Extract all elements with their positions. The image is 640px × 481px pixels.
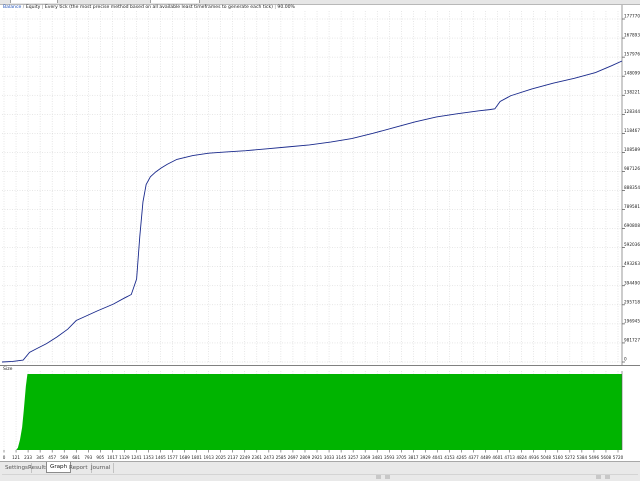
x-tick-label: 2361 [252,455,263,460]
status-marker-3 [596,475,601,479]
x-tick-label: 5496 [589,455,600,460]
y-tick-label: 10858995 [624,147,640,152]
quality-label: 90.00% [277,5,295,10]
y-tick-label: 14809903 [624,71,640,76]
x-tick-label: 3929 [420,455,431,460]
y-tick-label: 15797629 [624,52,640,57]
x-tick-label: 121 [12,455,20,460]
x-tick-label: 457 [48,455,56,460]
x-tick-label: 4713 [504,455,515,460]
x-tick-label: 2921 [312,455,323,460]
volume-area [2,374,622,456]
x-tick-label: 5608 [601,455,612,460]
x-tick-label: 5048 [541,455,552,460]
y-tick-label: 4932634 [624,261,640,266]
x-tick-label: 4377 [468,455,479,460]
x-tick-label: 3369 [360,455,371,460]
balance-chart: 17777083 16789356 15797629 14809903 13822176… [0,5,640,365]
x-tick-label: 3481 [372,455,383,460]
status-marker-4 [605,475,610,479]
y-tick-label: 8883542 [624,185,640,190]
x-tick-label: 1241 [131,455,142,460]
balance-line [1,60,623,363]
y-tick-label: 12834449 [624,109,640,114]
x-tick-label: 1353 [143,455,154,460]
x-tick-label: 1577 [167,455,178,460]
x-tick-label: 1017 [107,455,118,460]
x-tick-label: 345 [36,455,44,460]
x-tick-label: 4153 [444,455,455,460]
y-tick-label: 3944908 [624,280,640,285]
x-tick-label: 2025 [215,455,226,460]
series-label: Balance [3,5,22,10]
x-tick-label: 3593 [384,455,395,460]
x-tick-label: 2249 [240,455,251,460]
x-tick-label: 4936 [529,455,540,460]
x-tick-label: 1689 [179,455,190,460]
x-tick-label: 3257 [348,455,359,460]
volume-chart [0,365,640,462]
top-tab-1[interactable] [10,0,58,3]
x-tick-label: 5272 [565,455,576,460]
y-tick-label: 2957181 [624,299,640,304]
model-label: Every tick (the most precise method base… [44,5,273,10]
tab-journal[interactable]: Journal [88,463,115,473]
y-tick-label: 17777083 [624,14,640,19]
chart-header: Balance / Equity | Every tick (the most … [3,5,295,10]
y-tick-label: 1969454 [624,318,640,323]
top-tab-2[interactable] [150,0,200,3]
y-tick-label: 9871269 [624,166,640,171]
x-tick-label: 569 [60,455,68,460]
x-tick-label: 3817 [408,455,419,460]
x-tick-label: 681 [72,455,80,460]
x-tick-label: 1913 [203,455,214,460]
x-tick-label: 2697 [288,455,299,460]
x-tick-label: 233 [24,455,32,460]
x-tick-label: 905 [96,455,104,460]
y-tick-label: 13822176 [624,90,640,95]
x-tick-label: 5160 [553,455,564,460]
x-tick-label: 793 [84,455,92,460]
x-tick-label: 1129 [119,455,130,460]
x-tick-label: 4601 [492,455,503,460]
x-axis: 0 121 233 345 457 569 681 793 905 1017 1129 1241 135… [0,450,640,461]
x-tick-label: 5720 [613,455,624,460]
x-tick-label: 4265 [456,455,467,460]
y-tick-label: 7895815 [624,204,640,209]
volume-label: Size [3,367,13,372]
y-tick-label: 11846722 [624,128,640,133]
tab-bar: Settings Results Graph Report Journal [0,461,640,481]
x-tick-label: 3033 [324,455,335,460]
x-tick-label: 2473 [264,455,275,460]
x-tick-label: 2137 [228,455,239,460]
status-marker-1 [376,475,381,479]
y-tick-label: 0 [624,357,627,362]
x-tick-label: 0 [3,455,6,460]
y-tick-label: 5920361 [624,242,640,247]
y-tick-label: 16789356 [624,33,640,38]
x-tick-label: 1465 [155,455,166,460]
series2-label: Equity [25,5,41,10]
x-tick-label: 2809 [300,455,311,460]
x-tick-label: 4489 [480,455,491,460]
x-tick-label: 5384 [577,455,588,460]
x-tick-label: 3705 [396,455,407,460]
y-tick-label: 6908088 [624,223,640,228]
y-tick-label: 981727 [624,337,640,342]
x-tick-label: 4041 [432,455,443,460]
x-tick-label: 1801 [191,455,202,460]
x-tick-label: 4824 [516,455,527,460]
x-tick-label: 2585 [276,455,287,460]
x-tick-label: 3145 [336,455,347,460]
status-marker-2 [385,475,390,479]
